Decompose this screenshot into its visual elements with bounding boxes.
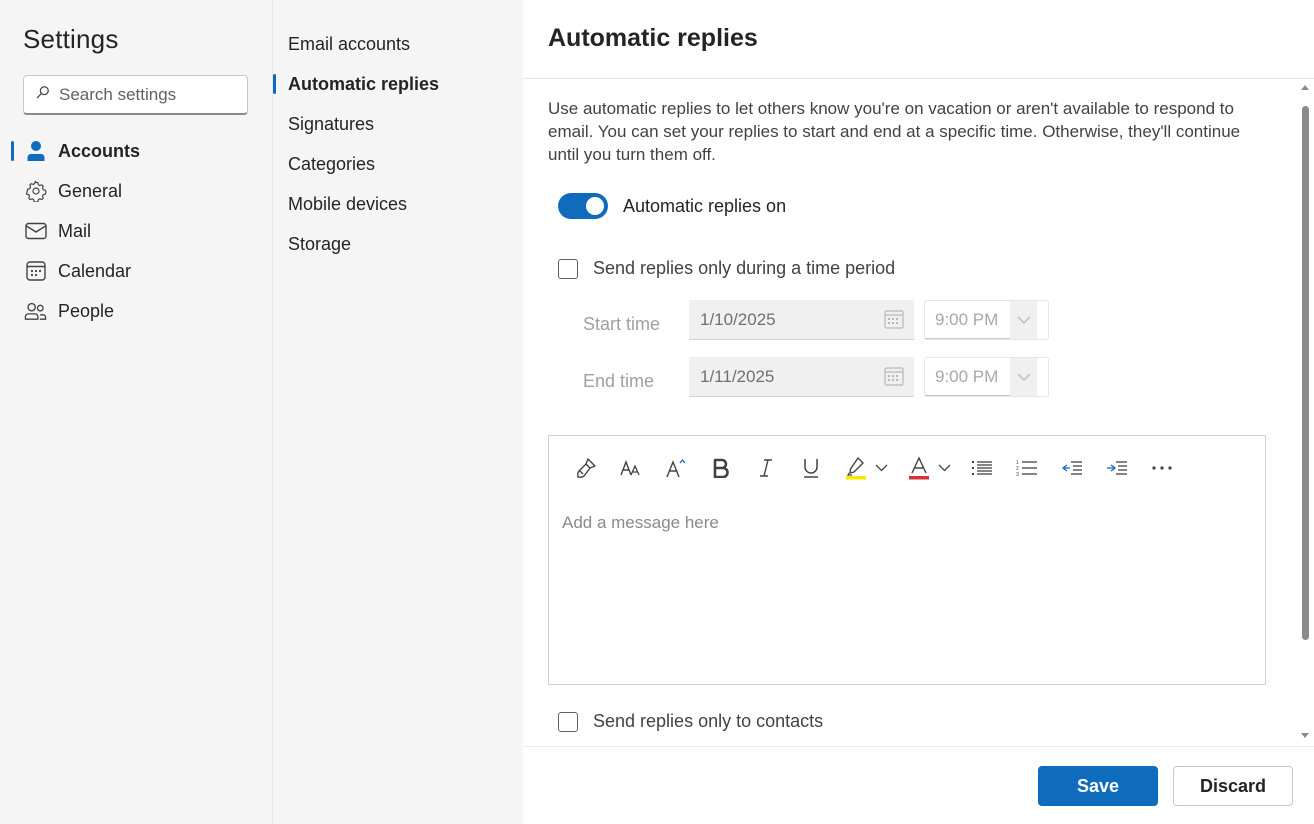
message-placeholder[interactable]: Add a message here xyxy=(562,513,719,533)
subnav-item-automatic-replies[interactable]: Automatic replies xyxy=(273,64,523,104)
chevron-down-icon[interactable] xyxy=(936,451,952,485)
end-time-picker[interactable]: 9:00 PM xyxy=(924,357,1049,397)
start-time-picker[interactable]: 9:00 PM xyxy=(924,300,1049,340)
search-icon xyxy=(36,85,50,104)
underline-icon[interactable] xyxy=(794,451,828,485)
nav-item-calendar[interactable]: Calendar xyxy=(0,251,273,291)
bold-icon[interactable] xyxy=(704,451,738,485)
nav-item-accounts[interactable]: Accounts xyxy=(0,131,273,171)
nav-item-label: People xyxy=(58,300,115,321)
highlight-icon[interactable] xyxy=(839,451,873,485)
increase-indent-icon[interactable] xyxy=(1100,451,1134,485)
accounts-subnav: Email accounts Automatic replies Signatu… xyxy=(273,0,523,824)
svg-text:3: 3 xyxy=(1016,472,1019,477)
end-time-value: 9:00 PM xyxy=(925,358,1010,396)
discard-button[interactable]: Discard xyxy=(1173,766,1293,806)
subnav-item-email-accounts[interactable]: Email accounts xyxy=(273,24,523,64)
nav-item-general[interactable]: General xyxy=(0,171,273,211)
automatic-replies-toggle-row: Automatic replies on xyxy=(558,193,786,219)
time-period-checkbox[interactable] xyxy=(558,258,578,279)
formatting-toolbar: 123 xyxy=(569,451,1190,485)
chevron-down-icon[interactable] xyxy=(873,451,889,485)
search-input[interactable] xyxy=(59,84,239,105)
numbering-icon[interactable]: 123 xyxy=(1010,451,1044,485)
nav-item-label: Mail xyxy=(58,220,92,241)
settings-nav: Settings Accounts General Mail Calendar xyxy=(0,0,273,824)
subnav-item-storage[interactable]: Storage xyxy=(273,224,523,264)
page-title: Automatic replies xyxy=(548,24,758,52)
footer-divider xyxy=(523,746,1314,747)
automatic-replies-toggle[interactable] xyxy=(558,193,608,219)
decrease-indent-icon[interactable] xyxy=(1055,451,1089,485)
save-button[interactable]: Save xyxy=(1038,766,1158,806)
start-date-value: 1/10/2025 xyxy=(700,309,776,329)
subnav-item-signatures[interactable]: Signatures xyxy=(273,104,523,144)
nav-item-label: General xyxy=(58,180,123,201)
start-time-value: 9:00 PM xyxy=(925,301,1010,339)
settings-content[interactable]: Use automatic replies to let others know… xyxy=(523,79,1297,746)
subnav-item-categories[interactable]: Categories xyxy=(273,144,523,184)
end-date-picker[interactable]: 1/11/2025 xyxy=(689,357,914,397)
font-size-icon[interactable] xyxy=(614,451,648,485)
vertical-scrollbar[interactable] xyxy=(1297,79,1314,746)
italic-icon[interactable] xyxy=(749,451,783,485)
toggle-label: Automatic replies on xyxy=(623,195,787,216)
subnav-item-mobile-devices[interactable]: Mobile devices xyxy=(273,184,523,224)
grow-font-icon[interactable] xyxy=(659,451,693,485)
bullets-icon[interactable] xyxy=(965,451,999,485)
time-period-checkbox-label: Send replies only during a time period xyxy=(593,258,896,278)
end-date-value: 1/11/2025 xyxy=(700,366,775,386)
calendar-icon xyxy=(24,260,47,283)
automatic-replies-pane: Automatic replies Use automatic replies … xyxy=(523,0,1314,824)
time-period-checkbox-row[interactable]: Send replies only during a time period xyxy=(558,258,895,279)
format-painter-icon[interactable] xyxy=(569,451,603,485)
scroll-down-arrow[interactable] xyxy=(1301,733,1309,738)
calendar-icon xyxy=(884,310,904,334)
font-color-icon[interactable] xyxy=(902,451,936,485)
more-options-icon[interactable] xyxy=(1145,451,1179,485)
gear-icon xyxy=(24,180,47,203)
contacts-checkbox-label: Send replies only to contacts xyxy=(593,711,824,731)
scroll-up-arrow[interactable] xyxy=(1301,85,1309,90)
scroll-thumb[interactable] xyxy=(1302,106,1309,640)
mail-icon xyxy=(24,220,47,243)
contacts-checkbox-row[interactable]: Send replies only to contacts xyxy=(558,711,823,732)
person-icon xyxy=(24,140,47,163)
end-time-label: End time xyxy=(583,371,655,391)
start-date-picker[interactable]: 1/10/2025 xyxy=(689,300,914,340)
nav-item-label: Accounts xyxy=(58,140,141,161)
settings-title: Settings xyxy=(23,24,119,54)
contacts-checkbox[interactable] xyxy=(558,711,578,732)
chevron-down-icon[interactable] xyxy=(1010,358,1037,396)
description-text: Use automatic replies to let others know… xyxy=(548,99,1241,164)
toggle-knob xyxy=(586,197,604,215)
start-time-label: Start time xyxy=(583,314,661,334)
people-icon xyxy=(24,300,47,323)
message-editor[interactable]: 123 Add a message here xyxy=(548,435,1266,685)
calendar-icon xyxy=(884,367,904,391)
nav-item-label: Calendar xyxy=(58,260,132,281)
nav-item-mail[interactable]: Mail xyxy=(0,211,273,251)
nav-item-people[interactable]: People xyxy=(0,291,273,331)
search-box[interactable] xyxy=(23,75,248,115)
chevron-down-icon[interactable] xyxy=(1010,301,1037,339)
